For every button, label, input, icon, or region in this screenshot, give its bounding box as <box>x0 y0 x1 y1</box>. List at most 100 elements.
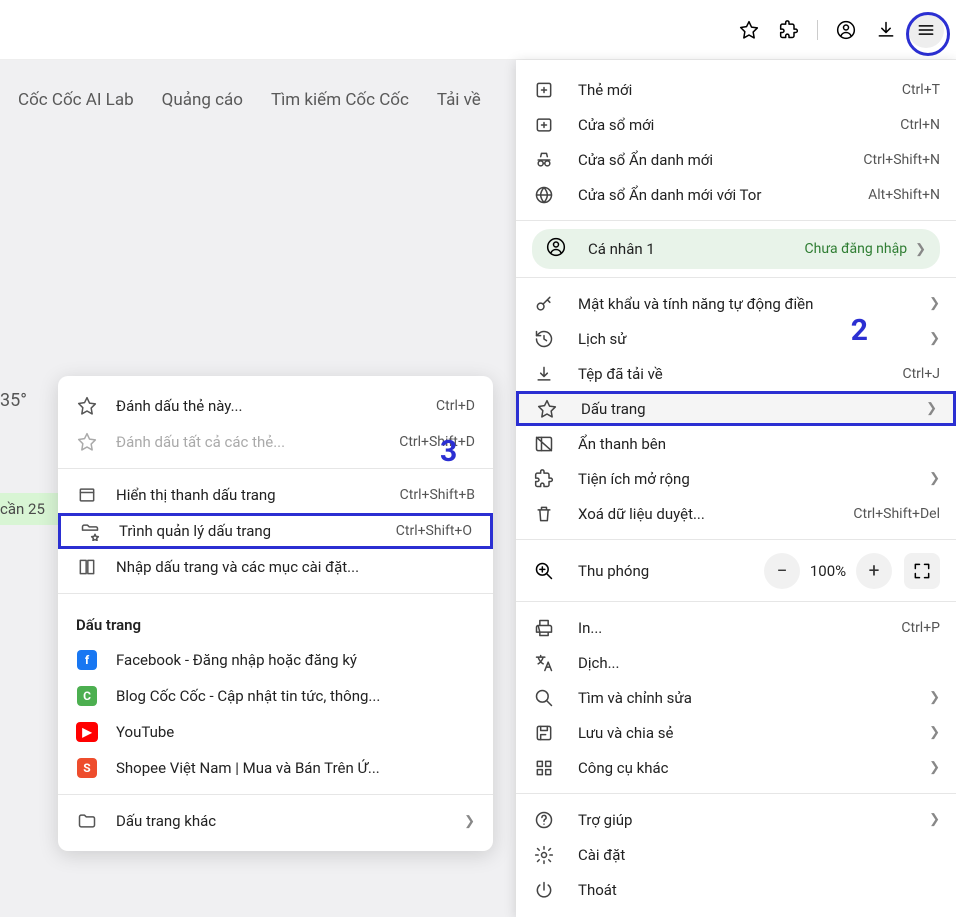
callout-2: 2 <box>851 313 868 348</box>
grid-icon <box>532 758 556 778</box>
profile-button[interactable] <box>828 12 864 48</box>
zoom-icon <box>532 561 556 581</box>
submenu-import[interactable]: Nhập dấu trang và các mục cài đặt... <box>58 549 493 585</box>
menu-clear-data-shortcut: Ctrl+Shift+Del <box>853 506 940 522</box>
chevron-right-icon: ❯ <box>915 242 926 257</box>
menu-tor-shortcut: Alt+Shift+N <box>868 187 940 203</box>
chevron-right-icon: ❯ <box>929 690 940 705</box>
submenu-bookmark-all[interactable]: Đánh dấu tất cả các thẻ...Ctrl+Shift+D <box>58 424 493 460</box>
menu-help[interactable]: Trợ giúp❯ <box>516 802 956 837</box>
submenu-other-bookmarks[interactable]: Dấu trang khác❯ <box>58 803 493 839</box>
menu-new-window[interactable]: Cửa sổ mớiCtrl+N <box>516 107 956 142</box>
menu-history[interactable]: Lịch sử ❯ <box>516 321 956 356</box>
menu-share-label: Lưu và chia sẻ <box>578 724 921 742</box>
zoom-in-button[interactable]: + <box>856 553 892 589</box>
main-menu: Thẻ mớiCtrl+T Cửa sổ mớiCtrl+N Cửa sổ Ẩn… <box>516 60 956 917</box>
bookmark-facebook-label: Facebook - Đăng nhập hoặc đăng ký <box>116 651 475 669</box>
puzzle-icon <box>532 469 556 489</box>
menu-settings[interactable]: Cài đặt <box>516 837 956 872</box>
new-window-icon <box>532 115 556 135</box>
extensions-button[interactable] <box>771 12 807 48</box>
gear-icon <box>532 845 556 865</box>
help-icon <box>532 810 556 830</box>
menu-exit[interactable]: Thoát <box>516 872 956 907</box>
menu-translate-label: Dịch... <box>578 654 940 672</box>
nav-ailab[interactable]: Cốc Cốc AI Lab <box>18 90 134 110</box>
downloads-button[interactable] <box>868 12 904 48</box>
print-icon <box>532 618 556 638</box>
menu-share[interactable]: Lưu và chia sẻ ❯ <box>516 715 956 750</box>
menu-downloads[interactable]: Tệp đã tải vềCtrl+J <box>516 356 956 391</box>
history-icon <box>532 329 556 349</box>
submenu-other-bookmarks-label: Dấu trang khác <box>116 812 464 830</box>
bookmarks-submenu: Đánh dấu thẻ này...Ctrl+D Đánh dấu tất c… <box>58 376 493 851</box>
submenu-bookmark-this-shortcut: Ctrl+D <box>436 398 475 414</box>
facebook-favicon: f <box>76 650 98 670</box>
nav-search[interactable]: Tìm kiếm Cốc Cốc <box>271 90 409 110</box>
chevron-right-icon: ❯ <box>464 814 475 829</box>
menu-history-label: Lịch sử <box>578 330 921 348</box>
nav-ads[interactable]: Quảng cáo <box>162 90 243 110</box>
submenu-separator <box>58 794 493 795</box>
nav-links: Cốc Cốc AI Lab Quảng cáo Tìm kiếm Cốc Cố… <box>18 90 481 110</box>
download-icon <box>532 364 556 384</box>
menu-incognito[interactable]: Cửa sổ Ẩn danh mớiCtrl+Shift+N <box>516 142 956 177</box>
book-icon <box>76 557 98 577</box>
menu-passwords[interactable]: Mật khẩu và tính năng tự động điền❯ <box>516 286 956 321</box>
menu-print-shortcut: Ctrl+P <box>901 620 940 636</box>
submenu-bookmark-this-label: Đánh dấu thẻ này... <box>116 397 436 415</box>
menu-find[interactable]: Tìm và chỉnh sửa❯ <box>516 680 956 715</box>
bookmark-youtube[interactable]: ▶YouTube <box>58 714 493 750</box>
submenu-bookmark-this[interactable]: Đánh dấu thẻ này...Ctrl+D <box>58 388 493 424</box>
menu-more-tools-label: Công cụ khác <box>578 759 921 777</box>
chevron-right-icon: ❯ <box>929 471 940 486</box>
submenu-show-bar[interactable]: Hiển thị thanh dấu trangCtrl+Shift+B <box>58 477 493 513</box>
menu-extensions[interactable]: Tiện ích mở rộng❯ <box>516 461 956 496</box>
menu-zoom-label: Thu phóng <box>578 562 764 580</box>
translate-icon <box>532 653 556 673</box>
menu-clear-data[interactable]: Xoá dữ liệu duyệt...Ctrl+Shift+Del <box>516 496 956 531</box>
star-icon <box>535 399 559 419</box>
menu-zoom: Thu phóng − 100% + <box>516 548 956 593</box>
nav-download[interactable]: Tải về <box>437 90 481 110</box>
menu-hide-sidebar[interactable]: Ẩn thanh bên <box>516 426 956 461</box>
zoom-out-button[interactable]: − <box>764 553 800 589</box>
submenu-bookmark-manager[interactable]: Trình quản lý dấu trangCtrl+Shift+O <box>58 513 493 549</box>
menu-bookmarks[interactable]: Dấu trang❯ <box>516 391 956 426</box>
menu-settings-label: Cài đặt <box>578 846 940 864</box>
bookmark-star-button[interactable] <box>731 12 767 48</box>
menu-new-tab[interactable]: Thẻ mớiCtrl+T <box>516 72 956 107</box>
chevron-right-icon: ❯ <box>929 296 940 311</box>
star-outline-icon <box>76 432 98 452</box>
bookmark-youtube-label: YouTube <box>116 723 475 741</box>
chevron-right-icon: ❯ <box>929 331 940 346</box>
submenu-import-label: Nhập dấu trang và các mục cài đặt... <box>116 558 475 576</box>
coccoc-favicon: C <box>76 686 98 706</box>
browser-toolbar <box>0 0 956 60</box>
menu-tor[interactable]: Cửa sổ Ẩn danh mới với TorAlt+Shift+N <box>516 177 956 212</box>
menu-new-tab-label: Thẻ mới <box>578 81 902 99</box>
menu-profile[interactable]: Cá nhân 1 Chưa đăng nhập ❯ <box>532 229 940 269</box>
menu-separator <box>516 793 956 794</box>
menu-incognito-shortcut: Ctrl+Shift+N <box>863 152 940 168</box>
bookmark-coccoc-blog[interactable]: CBlog Cốc Cốc - Cập nhật tin tức, thông.… <box>58 678 493 714</box>
zoom-value: 100% <box>804 562 852 580</box>
incognito-icon <box>532 150 556 170</box>
bookmark-shopee[interactable]: SShopee Việt Nam | Mua và Bán Trên Ứ... <box>58 750 493 786</box>
menu-translate[interactable]: Dịch... <box>516 645 956 680</box>
bookmark-facebook[interactable]: f Facebook - Đăng nhập hoặc đăng ký <box>58 642 493 678</box>
main-menu-button[interactable] <box>908 12 944 48</box>
menu-print-label: In... <box>578 619 901 637</box>
menu-more-tools[interactable]: Công cụ khác❯ <box>516 750 956 785</box>
shopee-favicon: S <box>76 758 98 778</box>
temp-stub: 35° <box>0 390 27 411</box>
menu-print[interactable]: In...Ctrl+P <box>516 610 956 645</box>
chevron-right-icon: ❯ <box>929 812 940 827</box>
menu-new-window-shortcut: Ctrl+N <box>900 117 940 133</box>
search-icon <box>532 688 556 708</box>
chevron-right-icon: ❯ <box>929 725 940 740</box>
power-icon <box>532 880 556 900</box>
profile-status: Chưa đăng nhập <box>805 241 908 257</box>
green-stub: cần 25 <box>0 493 60 525</box>
fullscreen-button[interactable] <box>904 553 940 589</box>
